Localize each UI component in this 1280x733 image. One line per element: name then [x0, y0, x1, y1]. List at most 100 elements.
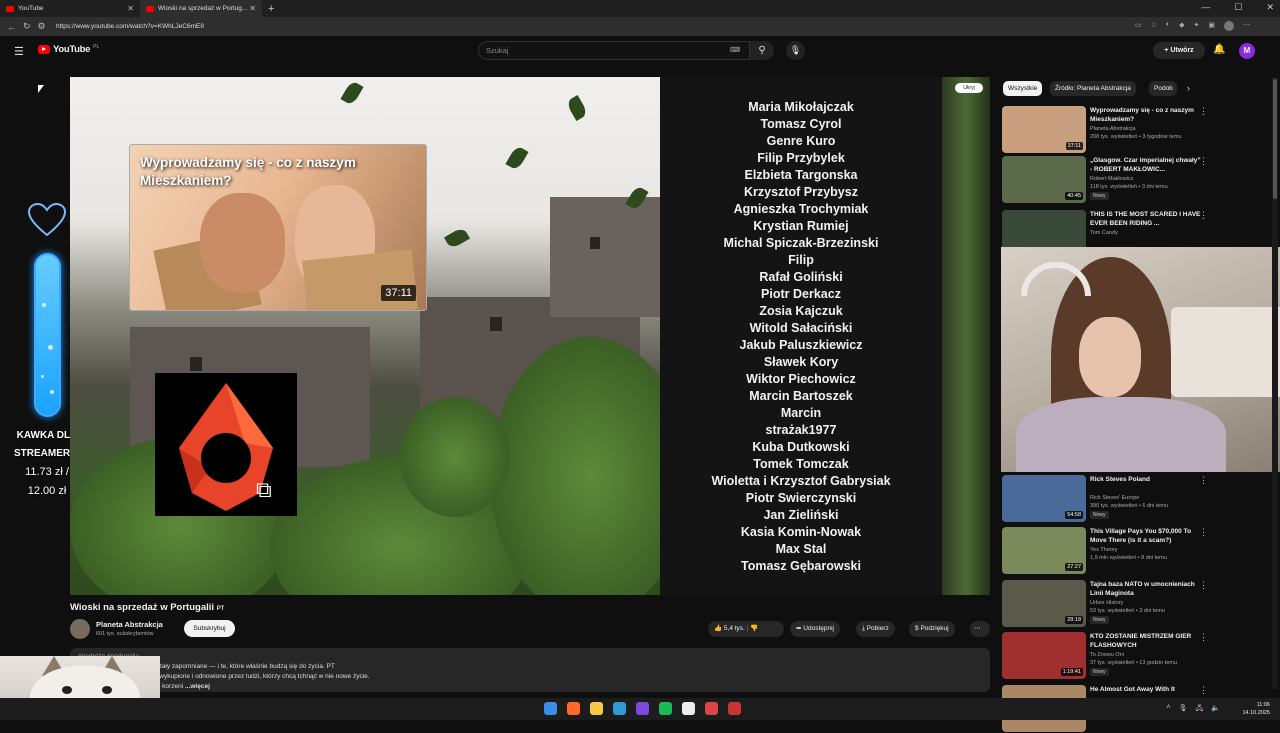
extensions-icon[interactable]: ◐ — [1166, 21, 1170, 31]
favorites-icon[interactable]: ✦ — [1194, 21, 1200, 31]
back-icon[interactable]: ← — [7, 22, 16, 32]
recommended-video[interactable]: 27:27 This Village Pays You $70,000 To Mo… — [1002, 527, 1272, 575]
heart-icon — [27, 203, 67, 237]
thumbs-down-icon[interactable]: 👎 — [750, 625, 758, 632]
site-info-icon[interactable]: ⚙ — [38, 21, 46, 32]
profile-avatar[interactable] — [1224, 21, 1234, 31]
video-title[interactable]: „Glasgow. Czar imperialnej chwały” - ROB… — [1090, 156, 1202, 174]
more-options-icon[interactable]: ⋮ — [1199, 632, 1208, 643]
more-options-icon[interactable]: ⋮ — [1199, 580, 1208, 591]
download-button[interactable]: ⤓ Pobierz — [856, 621, 895, 637]
video-title[interactable]: Wyprowadzamy się - co z naszym Mieszkani… — [1090, 106, 1202, 124]
close-window-icon[interactable]: ✕ — [1266, 2, 1274, 13]
channel-name[interactable]: Planeta Abstrakcja — [96, 620, 163, 629]
browser-tab-video[interactable]: Wioski na sprzedaż w Portug... ✕ — [140, 0, 262, 17]
channel-name[interactable]: Tom Candy — [1090, 230, 1118, 236]
network-icon[interactable]: 🖧 — [1195, 704, 1203, 715]
more-actions-button[interactable]: ⋯ — [970, 621, 990, 637]
video-thumbnail[interactable]: 37:11 — [1002, 106, 1086, 153]
subscribe-button[interactable]: Subskrybuj — [184, 620, 235, 637]
close-tab-icon[interactable]: ✕ — [249, 4, 256, 13]
chip-similar[interactable]: Podob — [1149, 81, 1177, 96]
like-button[interactable]: 👍 5,4 tys. | 👎 — [708, 621, 784, 637]
browser-tab-youtube[interactable]: YouTube ✕ — [0, 0, 140, 17]
notifications-bell-icon[interactable]: 🔔 — [1213, 44, 1225, 55]
file-explorer-icon[interactable] — [590, 702, 603, 715]
collections-icon[interactable]: ▣ — [1208, 21, 1215, 31]
endscreen-video-card[interactable]: Wyprowadzamy się - co z naszym Mieszkani… — [129, 144, 427, 311]
youtube-logo[interactable]: YouTube PL — [38, 44, 99, 55]
recommended-video[interactable]: 40:45 „Glasgow. Czar imperialnej chwały” … — [1002, 156, 1272, 204]
page-scrollbar[interactable] — [1272, 77, 1278, 689]
reload-icon[interactable]: ↻ — [23, 21, 31, 32]
recommended-video[interactable]: 28:18 Tajna baza NATO w umocnieniach Lini… — [1002, 580, 1272, 628]
channel-avatar[interactable] — [70, 619, 90, 639]
video-meta: 37 tys. wyświetleń • 13 godzin temu — [1090, 660, 1177, 666]
voice-search-button[interactable]: 🎙 — [786, 41, 805, 60]
video-thumbnail[interactable]: 28:18 — [1002, 580, 1086, 627]
account-avatar[interactable]: M — [1239, 43, 1255, 59]
video-title[interactable]: He Almost Got Away With It — [1090, 685, 1202, 694]
more-options-icon[interactable]: ⋮ — [1199, 106, 1208, 117]
channel-name[interactable]: Yes Theory — [1090, 547, 1118, 553]
spotify-icon[interactable] — [659, 702, 672, 715]
more-options-icon[interactable]: ⋮ — [1199, 156, 1208, 167]
search-input[interactable]: Szukaj — [478, 41, 750, 60]
video-title[interactable]: THIS IS THE MOST SCARED I HAVE EVER BEEN… — [1090, 210, 1202, 228]
edge-icon[interactable] — [613, 702, 626, 715]
app-icon[interactable] — [705, 702, 718, 715]
more-options-icon[interactable]: ⋮ — [1199, 210, 1208, 221]
close-tab-icon[interactable]: ✕ — [127, 4, 134, 13]
video-thumbnail[interactable]: 40:45 — [1002, 156, 1086, 203]
browser-app-icon[interactable] — [567, 702, 580, 715]
url-field[interactable]: https://www.youtube.com/watch?v=KWhLJeC6… — [56, 19, 1126, 34]
mic-tray-icon[interactable]: 🎙 — [1179, 704, 1188, 715]
show-more-link[interactable]: ...więcej — [185, 683, 210, 690]
more-options-icon[interactable]: ⋮ — [1199, 475, 1208, 486]
video-thumbnail[interactable]: 54:58 — [1002, 475, 1086, 522]
obs-icon[interactable] — [728, 702, 741, 715]
extension-icon[interactable]: ◆ — [1179, 21, 1184, 31]
video-player[interactable]: Maria Mikołajczak Tomasz Cyrol Genre Kuro F… — [70, 77, 990, 595]
channel-name[interactable]: To Znowu Oni — [1090, 652, 1124, 658]
channel-name[interactable]: Robert Makłowicz — [1090, 176, 1133, 182]
taskbar-clock[interactable]: 11:06 14.10.2025 — [1242, 701, 1270, 717]
chip-all[interactable]: Wszystkie — [1003, 81, 1043, 96]
video-thumbnail[interactable]: 27:27 — [1002, 527, 1086, 574]
cast-icon[interactable]: ▭ — [1135, 21, 1142, 31]
external-link-icon[interactable]: ⧉ — [256, 477, 272, 503]
chevron-right-icon[interactable]: › — [1187, 83, 1190, 93]
video-title[interactable]: Tajna baza NATO w umocnieniach Linii Mag… — [1090, 580, 1202, 598]
description-box[interactable]: #podróże #portugalia odkrywając wioski, … — [70, 648, 990, 692]
hide-button[interactable]: Ukryj — [955, 83, 983, 93]
new-tab-button[interactable]: + — [268, 3, 274, 15]
recommended-video[interactable]: 54:58 Rick Steves Poland Rick Steves' Euro… — [1002, 475, 1272, 523]
recommended-video[interactable]: 1:19:41 KTO ZOSTANIE MISTRZEM GIER FLASHO… — [1002, 632, 1272, 680]
maximize-icon[interactable]: ☐ — [1234, 2, 1242, 13]
recommended-video[interactable]: 37:11 Wyprowadzamy się - co z naszym Mies… — [1002, 106, 1272, 154]
create-button[interactable]: + Utwórz — [1153, 42, 1205, 59]
hamburger-menu-icon[interactable]: ☰ — [14, 45, 24, 58]
video-title[interactable]: KTO ZOSTANIE MISTRZEM GIER FLASHOWYCH — [1090, 632, 1202, 650]
search-button[interactable]: ⚲ — [750, 41, 774, 60]
video-title[interactable]: Rick Steves Poland — [1090, 475, 1202, 484]
notepad-icon[interactable] — [682, 702, 695, 715]
endscreen-channel-logo[interactable] — [155, 373, 297, 516]
channel-name[interactable]: Rick Steves' Europe — [1090, 495, 1139, 501]
channel-name[interactable]: Urbex History — [1090, 600, 1123, 606]
menu-icon[interactable]: ⋯ — [1243, 21, 1250, 31]
more-options-icon[interactable]: ⋮ — [1199, 685, 1208, 696]
discord-icon[interactable] — [636, 702, 649, 715]
video-title[interactable]: This Village Pays You $70,000 To Move Th… — [1090, 527, 1202, 545]
windows-start-icon[interactable] — [544, 702, 557, 715]
minimize-icon[interactable]: — — [1201, 2, 1210, 13]
speaker-icon[interactable]: 🔈 — [1211, 704, 1220, 715]
tray-chevron-icon[interactable]: ˄ — [1166, 704, 1170, 715]
chip-source-channel[interactable]: Źródło: Planeta Abstrakcja — [1050, 81, 1136, 96]
share-button[interactable]: ➦ Udostępnij — [790, 621, 840, 637]
bookmark-star-icon[interactable]: ☆ — [1151, 21, 1157, 31]
channel-name[interactable]: Planeta Abstrakcja — [1090, 126, 1136, 132]
thanks-button[interactable]: $ Podziękuj — [909, 621, 955, 637]
more-options-icon[interactable]: ⋮ — [1199, 527, 1208, 538]
video-thumbnail[interactable]: 1:19:41 — [1002, 632, 1086, 679]
